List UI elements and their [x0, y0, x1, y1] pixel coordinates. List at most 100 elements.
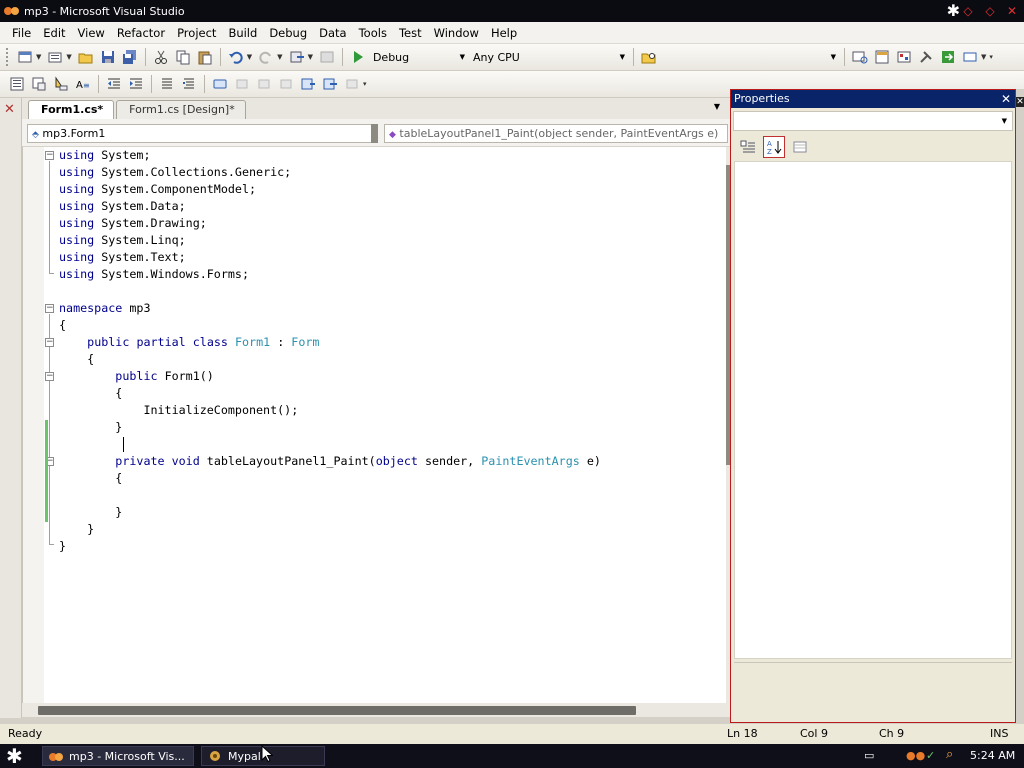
cut-icon[interactable]: [151, 47, 171, 67]
property-grid[interactable]: [734, 161, 1012, 659]
redo-icon[interactable]: [256, 47, 276, 67]
find-combo[interactable]: ▼: [660, 47, 840, 67]
paste-icon[interactable]: [195, 47, 215, 67]
navigate-forward-icon[interactable]: [317, 47, 337, 67]
collapse-toggle-icon[interactable]: −: [45, 338, 54, 347]
menu-data[interactable]: Data: [313, 26, 352, 40]
save-all-icon[interactable]: [120, 47, 140, 67]
menu-build[interactable]: Build: [222, 26, 263, 40]
collapse-toggle-icon[interactable]: −: [45, 151, 54, 160]
code-editor[interactable]: using System; using System.Collections.Ge…: [22, 147, 730, 703]
toolbar-options-icon[interactable]: ▾: [989, 53, 993, 61]
add-item-dropdown-icon[interactable]: ▼: [66, 53, 71, 61]
members-combo[interactable]: ◆ tableLayoutPanel1_Paint(object sender,…: [384, 124, 728, 143]
previous-bookmark-icon[interactable]: [232, 74, 252, 94]
navigate-dropdown-icon[interactable]: ▼: [308, 53, 313, 61]
menu-refactor[interactable]: Refactor: [111, 26, 171, 40]
decrease-indent-icon[interactable]: [104, 74, 124, 94]
visual-studio-tray-icon[interactable]: ●●: [906, 749, 925, 762]
start-button[interactable]: ✱: [6, 745, 23, 767]
code-line[interactable]: using System;: [59, 147, 150, 164]
menu-help[interactable]: Help: [485, 26, 523, 40]
minimize-button[interactable]: ◇: [960, 3, 976, 19]
menu-test[interactable]: Test: [393, 26, 428, 40]
code-line[interactable]: using System.ComponentModel;: [59, 181, 256, 198]
code-line[interactable]: {: [59, 351, 94, 368]
categorized-icon[interactable]: [737, 136, 759, 158]
code-line[interactable]: {: [59, 317, 66, 334]
code-line[interactable]: }: [59, 504, 122, 521]
close-icon[interactable]: ✕: [4, 102, 15, 117]
code-line[interactable]: InitializeComponent();: [59, 402, 298, 419]
code-line[interactable]: namespace mp3: [59, 300, 151, 317]
other-windows-dropdown-icon[interactable]: ▼: [981, 53, 986, 61]
code-line[interactable]: {: [59, 470, 122, 487]
parameter-info-icon[interactable]: [29, 74, 49, 94]
new-project-dropdown-icon[interactable]: ▼: [36, 53, 41, 61]
start-page-icon[interactable]: [938, 47, 958, 67]
undo-icon[interactable]: [226, 47, 246, 67]
menu-window[interactable]: Window: [428, 26, 485, 40]
undo-dropdown-icon[interactable]: ▼: [247, 53, 252, 61]
object-browser-icon[interactable]: [894, 47, 914, 67]
code-line[interactable]: private void tableLayoutPanel1_Paint(obj…: [59, 453, 601, 470]
clear-bookmarks-icon[interactable]: [342, 74, 362, 94]
next-bookmark-in-folder-icon[interactable]: [298, 74, 318, 94]
properties-window-icon[interactable]: [872, 47, 892, 67]
close-icon[interactable]: ✕: [1016, 97, 1024, 107]
code-line[interactable]: }: [59, 521, 94, 538]
toolbar-grip[interactable]: [6, 48, 10, 66]
toolbox-icon[interactable]: [916, 47, 936, 67]
comment-lines-icon[interactable]: [157, 74, 177, 94]
copy-icon[interactable]: [173, 47, 193, 67]
code-line[interactable]: using System.Text;: [59, 249, 186, 266]
uncomment-lines-icon[interactable]: [179, 74, 199, 94]
new-project-icon[interactable]: [15, 47, 35, 67]
search-icon[interactable]: ⌕: [946, 747, 953, 762]
collapse-toggle-icon[interactable]: −: [45, 372, 54, 381]
save-icon[interactable]: [98, 47, 118, 67]
code-line[interactable]: using System.Collections.Generic;: [59, 164, 291, 181]
menu-view[interactable]: View: [72, 26, 111, 40]
chevron-down-icon[interactable]: ▼: [714, 102, 720, 111]
start-debugging-icon[interactable]: [348, 47, 368, 67]
quick-info-icon[interactable]: [51, 74, 71, 94]
find-in-files-icon[interactable]: [639, 47, 659, 67]
code-line[interactable]: }: [59, 538, 66, 555]
types-combo[interactable]: ⬘ mp3.Form1: [27, 124, 377, 143]
tab-form1-cs[interactable]: Form1.cs*: [28, 100, 115, 119]
solution-configuration-combo[interactable]: Debug ▼: [369, 47, 469, 67]
other-windows-icon[interactable]: [960, 47, 980, 67]
close-button[interactable]: ✕: [1004, 3, 1020, 19]
solution-platform-combo[interactable]: Any CPU ▼: [469, 47, 629, 67]
keyboard-icon[interactable]: ▭: [864, 749, 874, 762]
previous-bookmark-folder-icon[interactable]: [276, 74, 296, 94]
toolbar-options-icon[interactable]: ▾: [363, 80, 367, 88]
split-handle[interactable]: [371, 124, 378, 143]
close-icon[interactable]: ✕: [1001, 90, 1011, 108]
code-line[interactable]: {: [59, 385, 122, 402]
code-line[interactable]: public partial class Form1 : Form: [59, 334, 319, 351]
next-bookmark-document-icon[interactable]: [320, 74, 340, 94]
menu-file[interactable]: File: [6, 26, 37, 40]
code-line[interactable]: using System.Windows.Forms;: [59, 266, 249, 283]
navigate-backward-icon[interactable]: [287, 47, 307, 67]
menu-debug[interactable]: Debug: [263, 26, 313, 40]
code-line[interactable]: using System.Drawing;: [59, 215, 207, 232]
object-members-icon[interactable]: [7, 74, 27, 94]
maximize-button[interactable]: ◇: [982, 3, 998, 19]
star-icon[interactable]: ✱: [947, 1, 960, 20]
network-icon[interactable]: ✓: [926, 749, 935, 762]
code-line[interactable]: using System.Data;: [59, 198, 186, 215]
collapse-toggle-icon[interactable]: −: [45, 304, 54, 313]
menu-tools[interactable]: Tools: [353, 26, 393, 40]
code-line[interactable]: using System.Linq;: [59, 232, 186, 249]
alphabetical-icon[interactable]: AZ: [763, 136, 785, 158]
next-bookmark-icon[interactable]: [254, 74, 274, 94]
object-selector-combo[interactable]: ▼: [733, 111, 1013, 131]
toggle-bookmark-icon[interactable]: [210, 74, 230, 94]
complete-word-icon[interactable]: A ≡: [73, 74, 93, 94]
horizontal-scrollbar[interactable]: [22, 703, 730, 717]
taskbar-item-visual-studio[interactable]: mp3 - Microsoft Vis...: [42, 746, 194, 766]
menu-edit[interactable]: Edit: [37, 26, 71, 40]
